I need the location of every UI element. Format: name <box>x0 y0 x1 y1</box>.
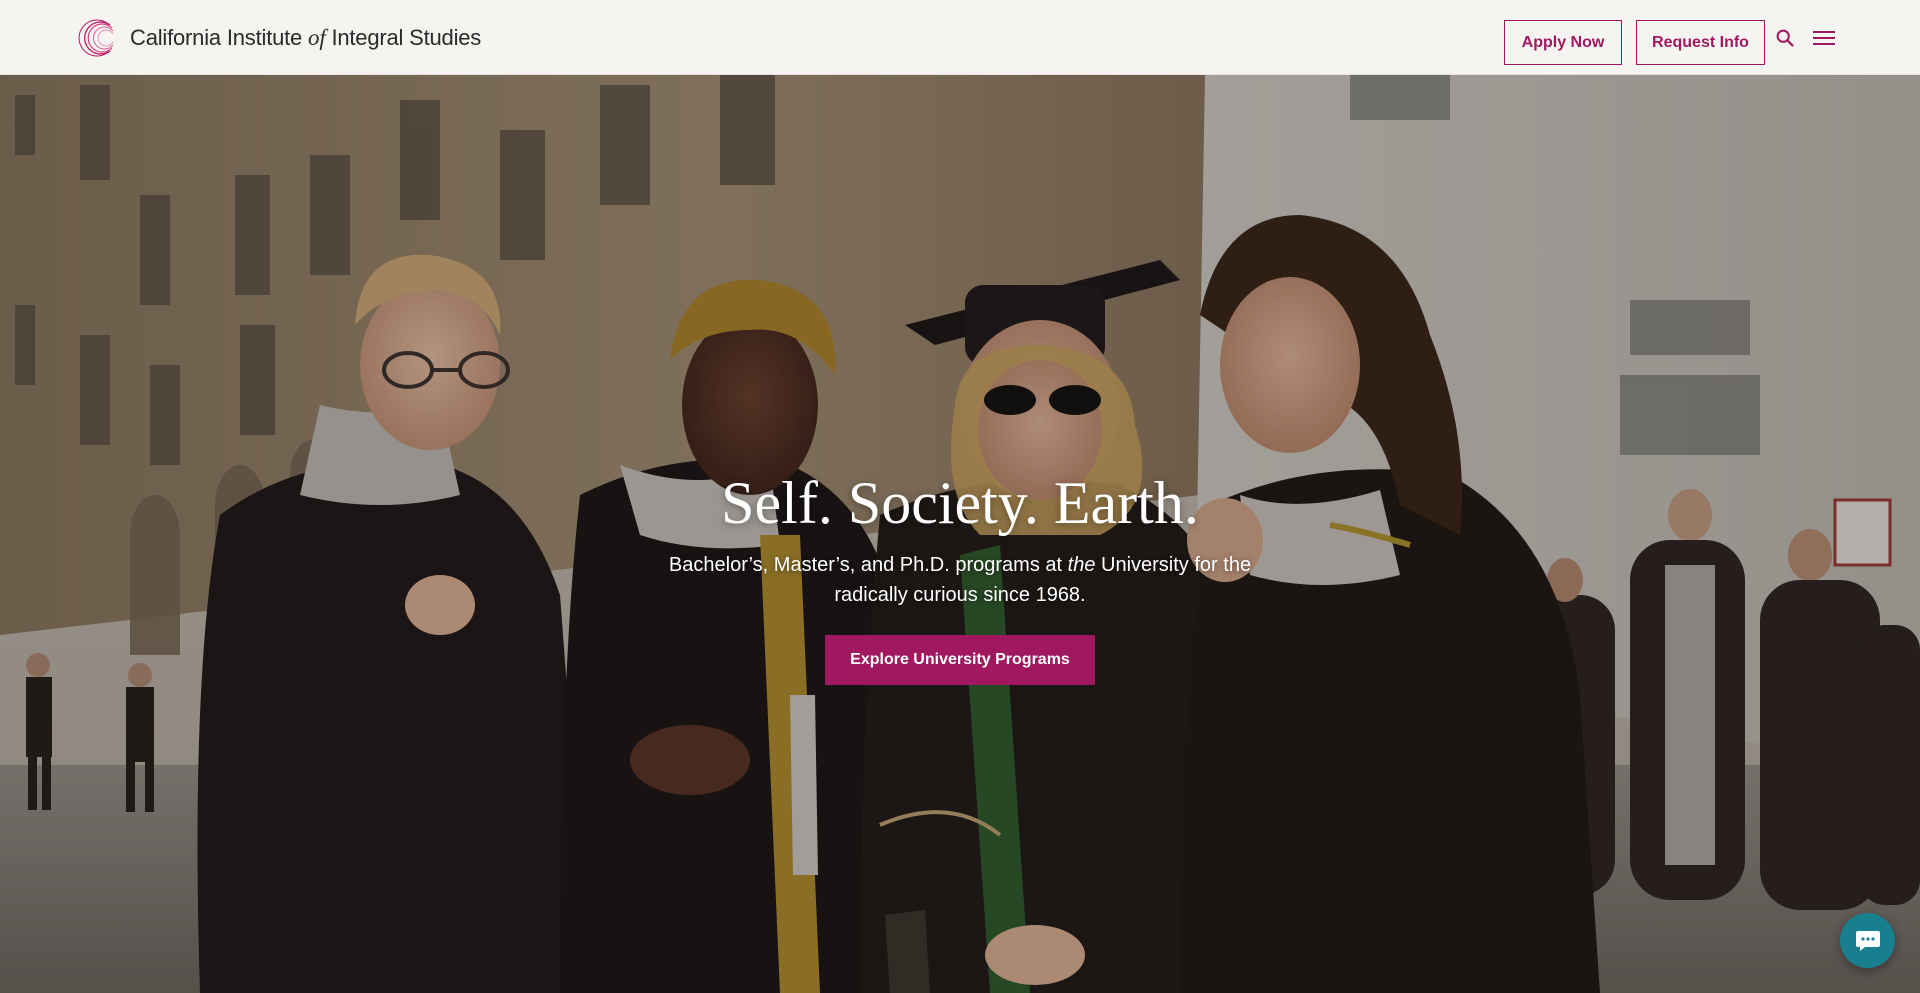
hero-subtitle-italic: the <box>1067 554 1096 576</box>
request-info-button[interactable]: Request Info <box>1636 20 1765 65</box>
logo-name-after: Integral Studies <box>331 25 482 50</box>
hero-subtitle: Bachelor’s, Master’s, and Ph.D. programs… <box>660 550 1260 610</box>
logo-name-italic: of <box>308 25 326 50</box>
explore-programs-button[interactable]: Explore University Programs <box>825 635 1095 685</box>
hero-subtitle-before: Bachelor’s, Master’s, and Ph.D. programs… <box>668 554 1063 576</box>
logo-name-before: California Institute <box>130 25 303 50</box>
search-button[interactable] <box>1768 22 1802 54</box>
logo-icon <box>78 19 114 57</box>
hero-content: Self. Society. Earth. Bachelor’s, Master… <box>560 470 1360 685</box>
chat-bubble-icon <box>1855 930 1880 951</box>
menu-button[interactable] <box>1807 22 1841 54</box>
hero-title: Self. Society. Earth. <box>721 470 1199 536</box>
logo-link[interactable]: California Institute of Integral Studies <box>78 17 481 59</box>
logo-wordmark: California Institute of Integral Studies <box>130 25 481 51</box>
apply-now-button[interactable]: Apply Now <box>1504 20 1622 65</box>
hamburger-menu-icon <box>1813 31 1835 45</box>
site-header: California Institute of Integral Studies… <box>0 0 1920 75</box>
hero-section: Self. Society. Earth. Bachelor’s, Master… <box>0 75 1920 993</box>
search-icon <box>1776 29 1794 47</box>
chat-button[interactable] <box>1840 913 1895 968</box>
